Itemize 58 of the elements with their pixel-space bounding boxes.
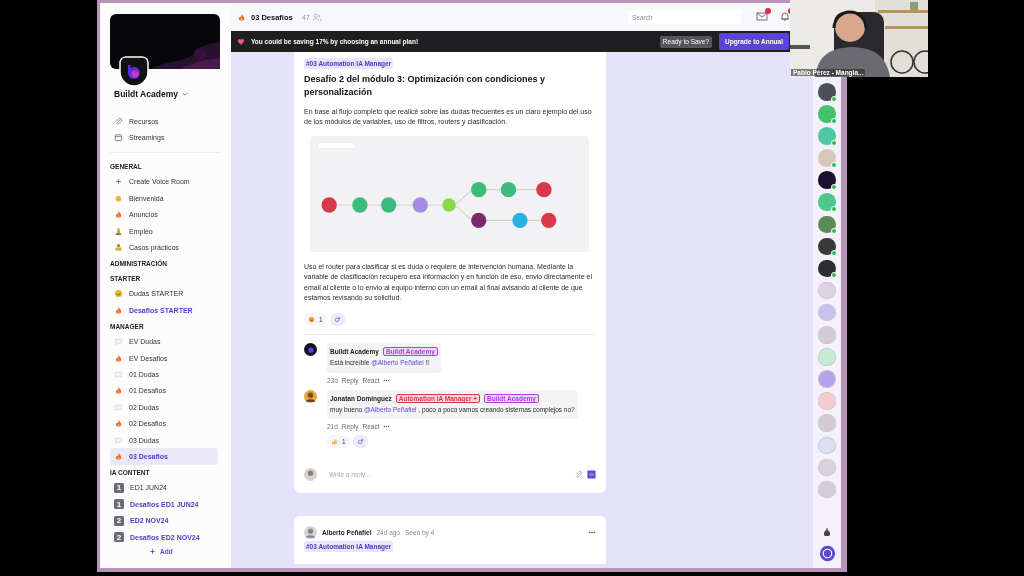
fire-icon (114, 353, 123, 363)
people-icon (312, 12, 323, 22)
fire-icon (114, 210, 123, 220)
member-avatar[interactable] (818, 259, 836, 278)
plus-icon (114, 177, 123, 187)
mail-button[interactable] (756, 11, 768, 23)
plus-icon (148, 547, 157, 557)
fire-icon (114, 386, 123, 396)
chat-icon (114, 402, 123, 412)
online-dot (830, 95, 837, 102)
online-dot (830, 117, 837, 124)
people-icon (114, 243, 123, 253)
avatar[interactable] (304, 389, 317, 403)
fire-icon (114, 419, 123, 429)
post-title: Desafío 2 del módulo 3: Optimización con condiciones y personalización (304, 73, 547, 99)
help-icon[interactable] (818, 545, 836, 563)
number-icon: 1 (114, 482, 124, 493)
member-avatar[interactable] (818, 237, 836, 256)
online-dot (830, 205, 837, 212)
grin-icon (308, 316, 315, 324)
member-avatar[interactable] (818, 171, 836, 189)
number-icon: 2 (114, 515, 124, 526)
smile-icon (114, 289, 123, 299)
online-dot (830, 272, 837, 279)
add-reaction-button[interactable] (352, 435, 368, 449)
chevron-down-icon (180, 90, 189, 98)
member-avatar[interactable] (818, 83, 836, 101)
add-reaction-icon (333, 316, 341, 324)
thumbs-up-icon (331, 438, 338, 446)
online-dot (830, 183, 837, 190)
more-icon[interactable] (588, 531, 596, 535)
community-logo[interactable] (118, 56, 150, 88)
avatar[interactable] (304, 343, 317, 357)
more-icon[interactable] (383, 378, 391, 382)
online-dot (830, 161, 837, 168)
number-icon: 2 (114, 532, 124, 542)
chat-icon (114, 435, 123, 445)
add-reaction-icon (356, 438, 364, 446)
bell-icon (779, 11, 791, 21)
heart-icon (237, 37, 245, 46)
calendar-icon (114, 133, 123, 143)
fire-icon (114, 451, 123, 461)
add-reaction-button[interactable] (329, 313, 345, 327)
avatar (304, 468, 317, 482)
more-icon[interactable] (383, 425, 391, 429)
number-icon: 1 (114, 499, 124, 510)
mail-icon (756, 11, 768, 21)
paperclip-icon[interactable] (574, 470, 583, 480)
online-dot (830, 250, 837, 257)
online-dot (830, 139, 837, 146)
online-dot (830, 228, 837, 235)
money-bag-icon[interactable] (822, 526, 832, 537)
fire-icon (114, 305, 123, 315)
chat-icon (114, 337, 123, 347)
paperclip-icon (114, 116, 123, 126)
fire-icon (237, 12, 246, 22)
chat-icon (114, 370, 123, 379)
community-switcher[interactable]: Buildt Academy (110, 89, 189, 99)
